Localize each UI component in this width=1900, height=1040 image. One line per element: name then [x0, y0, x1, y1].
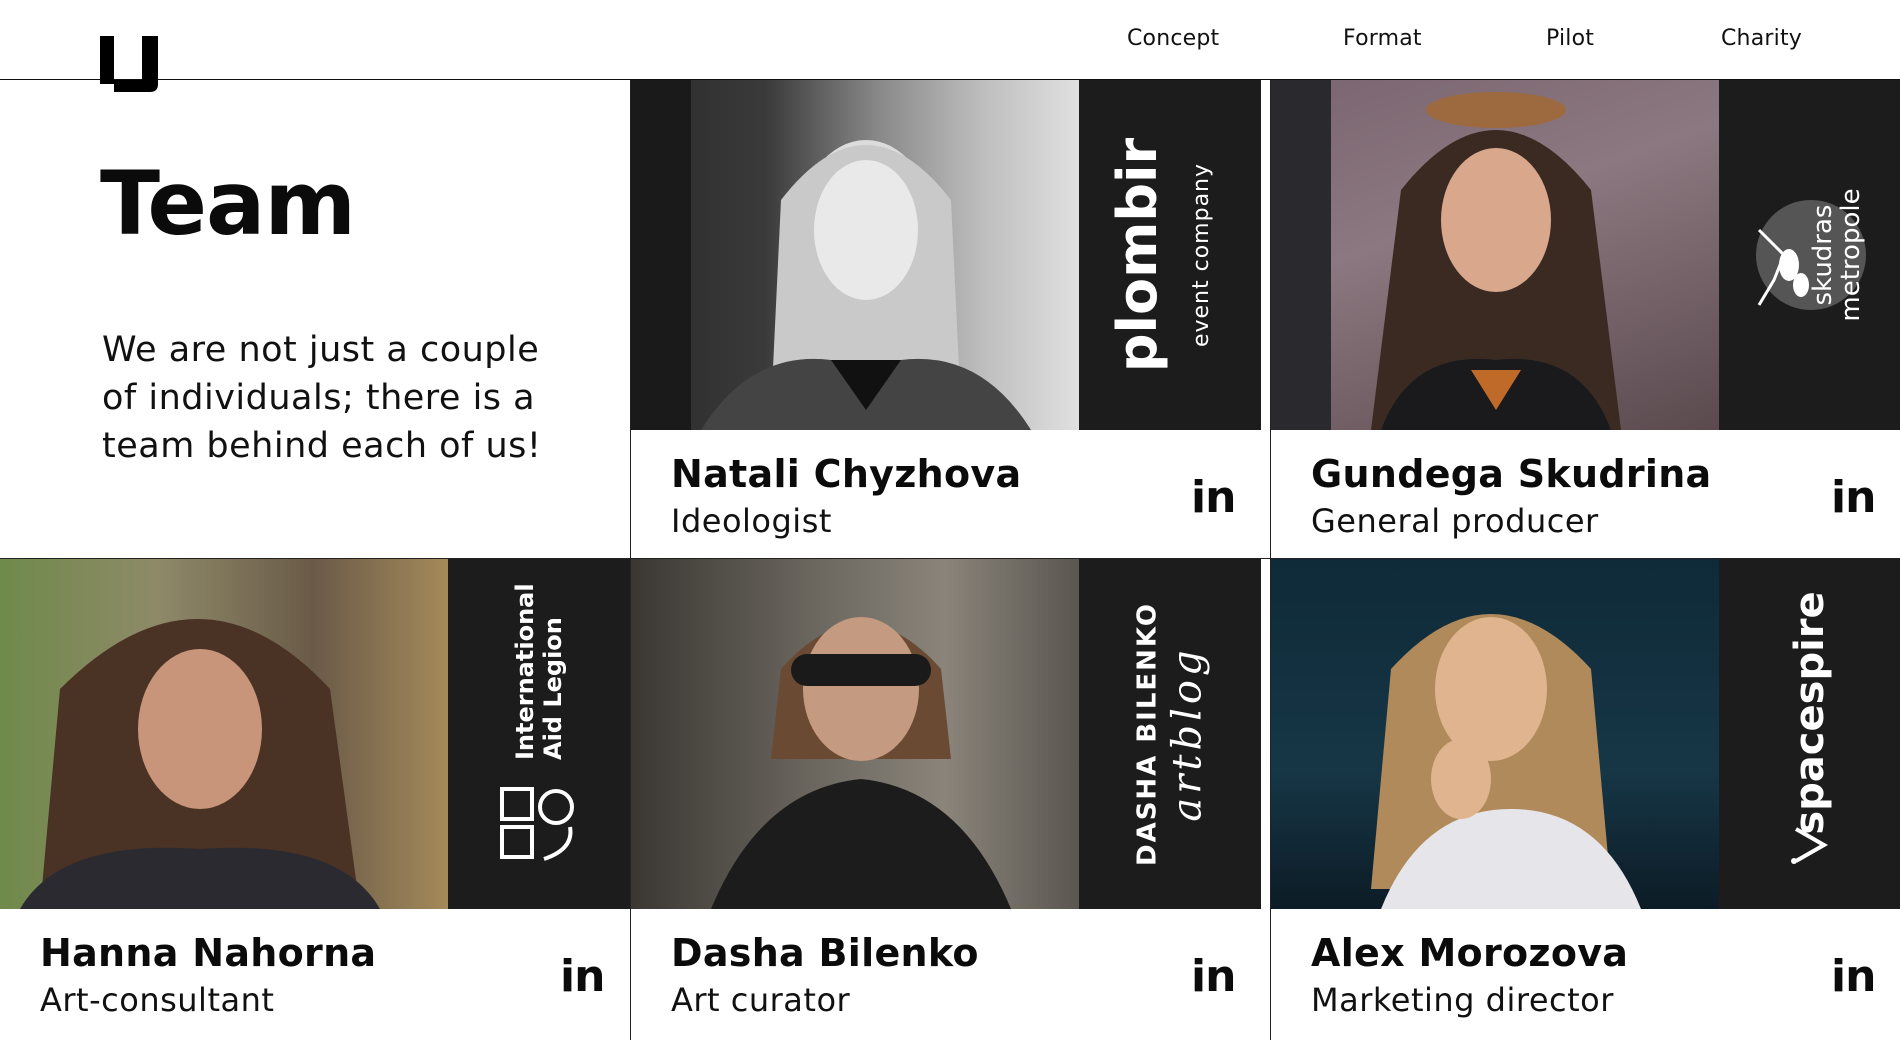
linkedin-icon[interactable]: in: [1831, 472, 1876, 523]
nav-concept[interactable]: Concept: [1127, 26, 1219, 56]
team-card: plombir event company Natali Chyzhova Id…: [631, 80, 1261, 560]
linkedin-icon[interactable]: in: [560, 951, 605, 1002]
brand-logo-text: skudras metropole: [1808, 188, 1866, 322]
member-name: Alex Morozova: [1311, 931, 1629, 975]
brand-panel: International Aid Legion: [448, 559, 630, 909]
spacespire-triangle-icon: [1791, 827, 1829, 864]
brand-name: skudras: [1808, 204, 1838, 306]
linkedin-icon[interactable]: in: [1831, 951, 1876, 1002]
team-card: spacespire Alex Morozova Marketing direc…: [1271, 559, 1900, 1039]
portrait-placeholder: [711, 617, 1011, 909]
member-role: Ideologist: [671, 502, 832, 540]
member-name: Dasha Bilenko: [671, 931, 979, 975]
brand-panel: DASHA BILENKO artblog: [1079, 559, 1261, 909]
brand-logo-text: DASHA BILENKO artblog: [1128, 602, 1213, 866]
brand-tagline: metropole: [1836, 188, 1866, 322]
nav-pilot[interactable]: Pilot: [1546, 26, 1594, 56]
brand-panel: spacespire: [1719, 559, 1900, 909]
brand-logo-text: spacespire: [1787, 591, 1833, 835]
brand-name: plombir: [1106, 137, 1169, 373]
page-title: Team: [100, 152, 356, 255]
member-name: Hanna Nahorna: [40, 931, 377, 975]
brand-logo-text: plombir event company: [1106, 138, 1228, 372]
brand-panel: plombir event company: [1079, 80, 1261, 430]
member-photo: [1271, 80, 1719, 430]
brand-tagline: event company: [1189, 162, 1214, 348]
brand-panel: skudras metropole: [1719, 80, 1900, 430]
member-role: Marketing director: [1311, 981, 1614, 1019]
nav-charity[interactable]: Charity: [1721, 26, 1802, 56]
team-card: International Aid Legion Hanna Nahorna A…: [0, 559, 630, 1039]
linkedin-icon[interactable]: in: [1191, 472, 1236, 523]
linkedin-icon[interactable]: in: [1191, 951, 1236, 1002]
portrait-placeholder: [20, 619, 380, 909]
portrait-placeholder: [1271, 80, 1621, 430]
member-photo: [0, 559, 448, 909]
top-header: Concept Format Pilot Charity: [0, 0, 1900, 92]
nav-format[interactable]: Format: [1343, 26, 1422, 56]
brand-tagline: artblog: [1164, 646, 1211, 822]
brand-name: DASHA BILENKO: [1132, 601, 1163, 867]
member-photo: [631, 559, 1079, 909]
member-photo: [1271, 559, 1719, 909]
member-role: Art-consultant: [40, 981, 275, 1019]
portrait-placeholder: [1371, 614, 1641, 909]
brand-logo[interactable]: [98, 32, 162, 96]
team-card: skudras metropole Gundega Skudrina Gener…: [1271, 80, 1900, 560]
member-name: Natali Chyzhova: [671, 452, 1022, 496]
intro-text: We are not just a couple of individuals;…: [102, 330, 542, 466]
member-name: Gundega Skudrina: [1311, 452, 1712, 496]
legion-logo-icon: [500, 787, 574, 861]
member-role: General producer: [1311, 502, 1599, 540]
team-card: DASHA BILENKO artblog Dasha Bilenko Art …: [631, 559, 1261, 1039]
member-photo: [631, 80, 1079, 430]
member-role: Art curator: [671, 981, 851, 1019]
brand-logo-text: International Aid Legion: [511, 583, 567, 760]
portrait-placeholder: [631, 80, 1031, 430]
